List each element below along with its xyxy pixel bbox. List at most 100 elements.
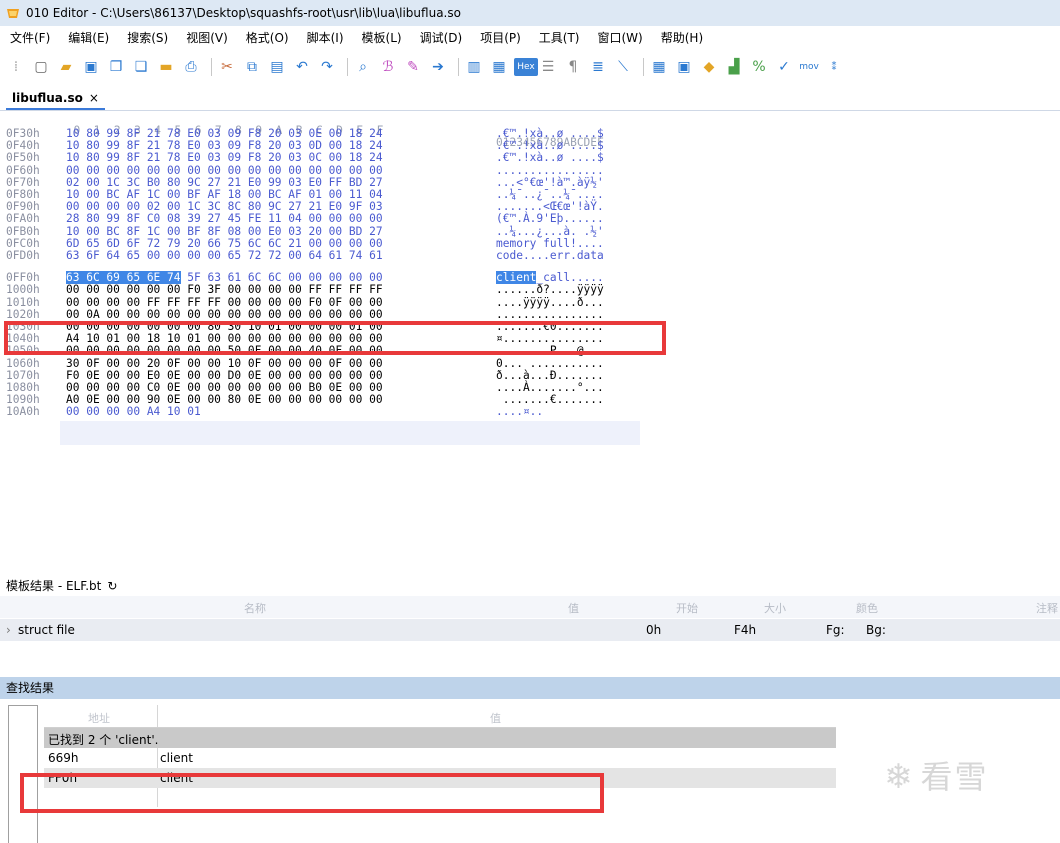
hex-row-ascii[interactable]: client_call..... bbox=[496, 271, 604, 285]
menu-item[interactable]: 编辑(E) bbox=[68, 29, 109, 46]
ascii-unselected-text[interactable]: _call..... bbox=[536, 271, 603, 284]
new-file-icon[interactable]: ▢ bbox=[31, 57, 51, 77]
columns-icon[interactable]: ≣ bbox=[588, 57, 608, 77]
tab-libuflua[interactable]: libuflua.so × bbox=[6, 88, 105, 110]
hex-row-bytes[interactable]: 10 00 BC 8F 1C 00 BF 8F 08 00 E0 03 20 0… bbox=[66, 225, 383, 238]
hex-row-ascii[interactable]: .€™.!xà..ø ....$ bbox=[496, 128, 604, 140]
open-folder-icon[interactable]: ▰ bbox=[56, 57, 76, 77]
menu-item[interactable]: 调试(D) bbox=[420, 29, 463, 46]
col-comment[interactable]: 注释 bbox=[1036, 600, 1058, 616]
histogram-icon[interactable]: ▟ bbox=[724, 57, 744, 77]
hex-row-bytes[interactable]: 00 00 00 00 00 00 F0 3F 00 00 00 00 FF F… bbox=[66, 284, 383, 296]
bookmark-icon[interactable]: ▦ bbox=[489, 57, 509, 77]
save-all-icon[interactable]: ❏ bbox=[131, 57, 151, 77]
hex-row-bytes[interactable]: A4 10 01 00 18 10 01 00 00 00 00 00 00 0… bbox=[66, 333, 383, 345]
paste-icon[interactable]: ▤ bbox=[267, 57, 287, 77]
hex-row-ascii[interactable]: ................ bbox=[496, 308, 604, 321]
hex-row-bytes[interactable]: 00 00 00 00 00 00 00 00 00 00 00 00 00 0… bbox=[66, 164, 383, 177]
hex-row-ascii[interactable]: ¤............... bbox=[496, 333, 604, 345]
base-convert-icon[interactable]: ⁑ bbox=[824, 57, 844, 77]
close-file-icon[interactable]: ▬ bbox=[156, 57, 176, 77]
hex-row-bytes[interactable]: 6D 65 6D 6F 72 79 20 66 75 6C 6C 21 00 0… bbox=[66, 237, 383, 250]
hex-row-bytes[interactable]: 00 00 00 00 02 00 1C 3C 8C 80 9C 27 21 E… bbox=[66, 201, 383, 213]
menu-item[interactable]: 帮助(H) bbox=[661, 29, 703, 46]
redo-icon[interactable]: ↷ bbox=[317, 57, 337, 77]
hex-row-bytes[interactable]: 10 80 99 8F 21 78 E0 03 09 F8 20 03 0D 0… bbox=[66, 140, 383, 152]
pilcrow-icon[interactable]: ¶ bbox=[563, 57, 583, 77]
hex-row-bytes[interactable]: 30 0F 00 00 20 0F 00 00 10 0F 00 00 00 0… bbox=[66, 357, 383, 370]
print-icon[interactable]: ⎙ bbox=[181, 57, 201, 77]
hex-unselected-bytes[interactable]: 5F 63 61 6C 6C 00 00 00 00 00 bbox=[181, 271, 382, 284]
hex-row-ascii[interactable]: ....À.......°... bbox=[496, 382, 604, 394]
menu-item[interactable]: 工具(T) bbox=[539, 29, 580, 46]
hex-row-ascii[interactable]: (€™.À.9'Eþ...... bbox=[496, 213, 604, 225]
cut-icon[interactable]: ✂ bbox=[217, 57, 237, 77]
hex-row-bytes[interactable]: 00 00 00 00 00 00 00 00 50 0F 00 00 40 0… bbox=[66, 345, 383, 357]
find-result-row[interactable]: 669h client bbox=[44, 748, 836, 768]
hex-row-bytes[interactable]: 10 80 99 8F 21 78 E0 03 09 F8 20 03 0C 0… bbox=[66, 152, 383, 164]
hex-row-ascii[interactable]: ..¼...¿...à. .½' bbox=[496, 225, 604, 238]
percent-icon[interactable]: % bbox=[749, 57, 769, 77]
hex-row-bytes[interactable]: 00 00 00 00 C0 0E 00 00 00 00 00 00 B0 0… bbox=[66, 382, 383, 394]
find-icon[interactable]: ⌕ bbox=[353, 57, 373, 77]
menu-item[interactable]: 格式(O) bbox=[246, 29, 289, 46]
menu-item[interactable]: 项目(P) bbox=[480, 29, 521, 46]
hex-row-bytes[interactable]: 00 00 00 00 A4 10 01 bbox=[66, 406, 201, 418]
hex-row-ascii[interactable]: .......<Œ€œ'!àŸ. bbox=[496, 201, 604, 213]
hex-row-ascii[interactable]: code....err.data bbox=[496, 250, 604, 262]
text-mode-icon[interactable]: ☰ bbox=[538, 57, 558, 77]
save-as-icon[interactable]: ❐ bbox=[106, 57, 126, 77]
hex-row-ascii[interactable]: ....¤.. bbox=[496, 406, 543, 418]
hex-row-ascii[interactable]: .......€....... bbox=[496, 394, 604, 406]
hex-row-bytes[interactable]: 00 00 00 00 FF FF FF FF 00 00 00 00 F0 0… bbox=[66, 296, 383, 309]
hex-row-ascii[interactable]: .......€0....... bbox=[496, 321, 604, 333]
col-value[interactable]: 值 bbox=[568, 600, 579, 616]
hex-row-ascii[interactable]: .€™.!xà..ø ....$ bbox=[496, 152, 604, 164]
menu-item[interactable]: 文件(F) bbox=[10, 29, 50, 46]
find-in-files-icon[interactable]: ✎ bbox=[403, 57, 423, 77]
save-icon[interactable]: ▣ bbox=[81, 57, 101, 77]
find-summary-row[interactable]: 已找到 2 个 'client'. bbox=[44, 728, 836, 748]
col-name[interactable]: 名称 bbox=[244, 600, 266, 616]
col-address[interactable]: 地址 bbox=[88, 710, 110, 726]
hex-mode-button[interactable]: Hex bbox=[514, 58, 538, 76]
hex-row-bytes[interactable]: 00 00 00 00 00 00 00 80 30 10 01 00 00 0… bbox=[66, 321, 383, 333]
menu-item[interactable]: 模板(L) bbox=[362, 29, 402, 46]
hex-row-ascii[interactable]: ....ÿÿÿÿ....ð... bbox=[496, 296, 604, 309]
hex-row-ascii[interactable]: memory full!.... bbox=[496, 237, 604, 250]
highlight-icon[interactable]: ⟍ bbox=[613, 57, 633, 77]
replace-icon[interactable]: ℬ bbox=[378, 57, 398, 77]
script-icon[interactable]: ◆ bbox=[699, 57, 719, 77]
compare-icon[interactable]: ▥ bbox=[464, 57, 484, 77]
hex-row-bytes[interactable]: 10 80 99 8F 21 78 E0 03 09 F8 20 03 0E 0… bbox=[66, 128, 383, 140]
copy-icon[interactable]: ⧉ bbox=[242, 57, 262, 77]
hex-selected-bytes[interactable]: 63 6C 69 65 6E 74 bbox=[66, 271, 181, 285]
menu-item[interactable]: 视图(V) bbox=[186, 29, 228, 46]
col-color[interactable]: 颜色 bbox=[856, 600, 878, 616]
hex-row-ascii[interactable]: ð...à...Ð....... bbox=[496, 369, 604, 382]
expand-chevron-icon[interactable]: › bbox=[6, 623, 11, 637]
hex-row-bytes[interactable]: 00 0A 00 00 00 00 00 00 00 00 00 00 00 0… bbox=[66, 308, 383, 321]
template-icon[interactable]: ▣ bbox=[674, 57, 694, 77]
menu-item[interactable]: 搜索(S) bbox=[127, 29, 168, 46]
hex-row-ascii[interactable]: .€™.!xà..ø ....$ bbox=[496, 140, 604, 152]
close-icon[interactable]: × bbox=[89, 91, 99, 105]
hex-row-ascii[interactable]: ..¼¯..¿¯..¼¯.... bbox=[496, 189, 604, 201]
hex-row-ascii[interactable]: 0... ........... bbox=[496, 357, 604, 370]
col-size[interactable]: 大小 bbox=[764, 600, 786, 616]
hex-row-bytes[interactable]: F0 0E 00 00 E0 0E 00 00 D0 0E 00 00 00 0… bbox=[66, 369, 383, 382]
hex-row-bytes[interactable]: 28 80 99 8F C0 08 39 27 45 FE 11 04 00 0… bbox=[66, 213, 383, 225]
checksum-icon[interactable]: ✓ bbox=[774, 57, 794, 77]
goto-icon[interactable]: ➔ bbox=[428, 57, 448, 77]
hex-editor[interactable]: 0 1 2 3 4 5 6 7 8 9 A B C D E F 01234567… bbox=[0, 111, 1060, 573]
menu-item[interactable]: 脚本(I) bbox=[307, 29, 344, 46]
hex-row-ascii[interactable]: ...<°€œ'!à™.àÿ½' bbox=[496, 176, 604, 189]
find-result-row[interactable]: FF0h client bbox=[44, 768, 836, 788]
undo-icon[interactable]: ↶ bbox=[292, 57, 312, 77]
hex-row-ascii[interactable]: ................ bbox=[496, 164, 604, 177]
hex-row-bytes[interactable]: 02 00 1C 3C B0 80 9C 27 21 E0 99 03 E0 F… bbox=[66, 176, 383, 189]
col-start[interactable]: 开始 bbox=[676, 600, 698, 616]
hex-row-bytes[interactable]: 63 6C 69 65 6E 74 5F 63 61 6C 6C 00 00 0… bbox=[66, 271, 383, 285]
template-row-struct-file[interactable]: › struct file 0h F4h Fg: Bg: bbox=[0, 619, 1060, 641]
hex-row-bytes[interactable]: 63 6F 64 65 00 00 00 00 65 72 72 00 64 6… bbox=[66, 250, 383, 262]
